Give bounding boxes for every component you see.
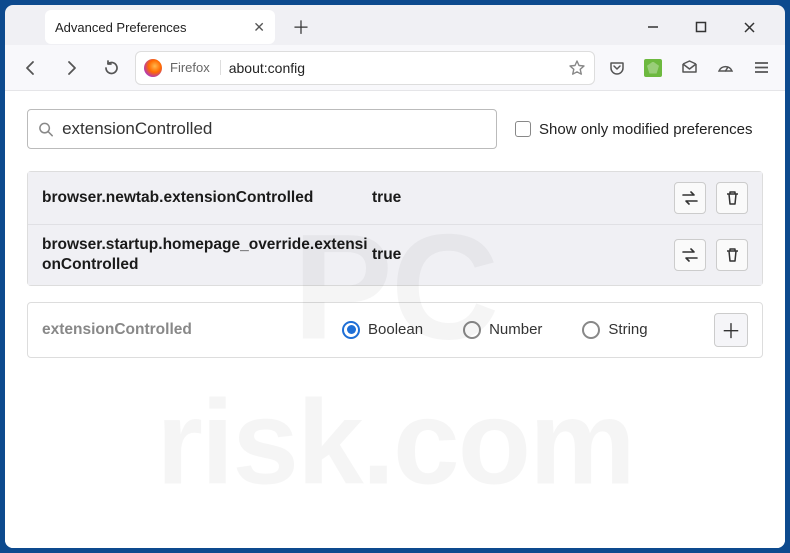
pref-value: true (372, 246, 674, 264)
config-search-input[interactable] (62, 119, 486, 139)
toggle-button[interactable] (674, 182, 706, 214)
new-pref-name: extensionControlled (42, 321, 332, 339)
radio-icon (342, 321, 360, 339)
bookmark-star-icon[interactable] (568, 59, 586, 77)
extension-icon[interactable] (639, 54, 667, 82)
radio-label: Number (489, 321, 542, 338)
search-icon (38, 121, 54, 138)
tab-strip: Advanced Preferences ✕ ＋ (5, 5, 785, 45)
config-search-box[interactable] (27, 109, 497, 149)
radio-label: Boolean (368, 321, 423, 338)
browser-window: Advanced Preferences ✕ ＋ Fi (5, 5, 785, 548)
delete-button[interactable] (716, 182, 748, 214)
new-tab-button[interactable]: ＋ (287, 13, 315, 41)
tab-advanced-preferences[interactable]: Advanced Preferences ✕ (45, 10, 275, 44)
close-window-button[interactable] (737, 15, 761, 39)
new-pref-row: extensionControlled Boolean Number Strin… (27, 302, 763, 358)
radio-string[interactable]: String (582, 321, 647, 339)
address-bar[interactable]: Firefox about:config (135, 51, 595, 85)
identity-label: Firefox (170, 60, 221, 75)
radio-number[interactable]: Number (463, 321, 542, 339)
pref-row: browser.startup.homepage_override.extens… (28, 224, 762, 285)
about-config-content: PCrisk.com Show only modified preference… (5, 91, 785, 548)
app-menu-button[interactable] (747, 54, 775, 82)
pref-value: true (372, 189, 674, 207)
reload-button[interactable] (95, 52, 127, 84)
pref-row: browser.newtab.extensionControlled true (28, 172, 762, 224)
maximize-button[interactable] (689, 15, 713, 39)
checkbox-icon[interactable] (515, 121, 531, 137)
show-modified-toggle[interactable]: Show only modified preferences (515, 121, 752, 138)
pref-name: browser.startup.homepage_override.extens… (42, 235, 372, 275)
inbox-icon[interactable] (675, 54, 703, 82)
back-button[interactable] (15, 52, 47, 84)
radio-icon (463, 321, 481, 339)
delete-button[interactable] (716, 239, 748, 271)
add-pref-button[interactable]: ＋ (714, 313, 748, 347)
radio-boolean[interactable]: Boolean (342, 321, 423, 339)
close-tab-icon[interactable]: ✕ (253, 19, 265, 36)
config-search-row: Show only modified preferences (27, 109, 763, 149)
radio-icon (582, 321, 600, 339)
firefox-logo-icon (144, 59, 162, 77)
forward-button[interactable] (55, 52, 87, 84)
type-radio-group: Boolean Number String (342, 321, 704, 339)
tab-title: Advanced Preferences (55, 20, 187, 35)
dashboard-icon[interactable] (711, 54, 739, 82)
preferences-list: browser.newtab.extensionControlled true … (27, 171, 763, 286)
show-modified-label: Show only modified preferences (539, 121, 752, 138)
pref-name: browser.newtab.extensionControlled (42, 188, 372, 208)
minimize-button[interactable] (641, 15, 665, 39)
url-text: about:config (229, 60, 305, 76)
toggle-button[interactable] (674, 239, 706, 271)
window-controls (641, 15, 777, 39)
nav-toolbar: Firefox about:config (5, 45, 785, 91)
pocket-icon[interactable] (603, 54, 631, 82)
radio-label: String (608, 321, 647, 338)
